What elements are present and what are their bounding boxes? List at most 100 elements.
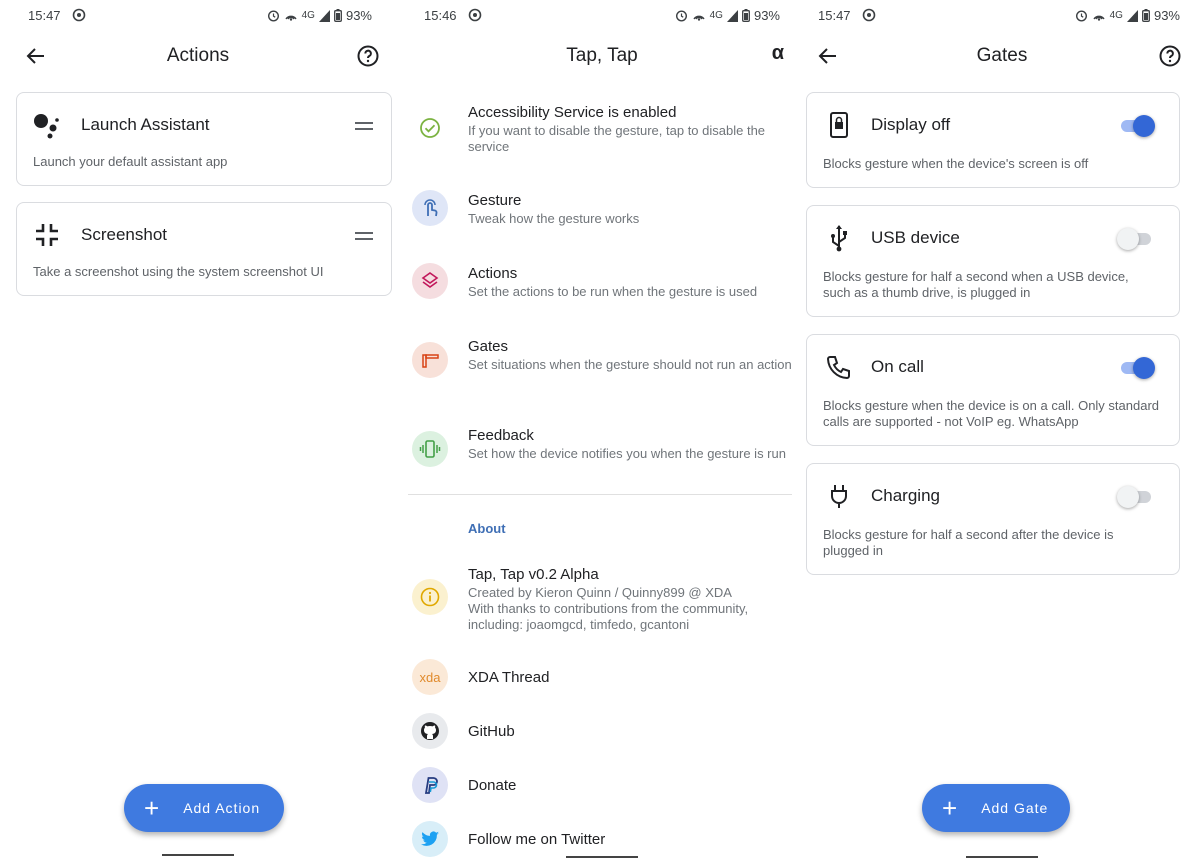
item-title: Feedback — [468, 427, 534, 444]
page-title: Gates — [976, 45, 1028, 66]
usb-device-toggle[interactable] — [1117, 226, 1155, 250]
alarm-icon — [1075, 10, 1087, 22]
item-subtitle: Set situations when the gesture should n… — [468, 357, 792, 372]
app-bar: Gates — [804, 38, 1200, 76]
network-type: 4G — [1109, 10, 1123, 21]
data-saver-icon — [862, 8, 876, 22]
help-icon[interactable] — [1158, 44, 1182, 68]
main-screen: 15:46 4G 93% Tap, Tap α Accessibility Se… — [404, 0, 800, 864]
network-type: 4G — [709, 10, 723, 21]
item-title: GitHub — [468, 723, 515, 740]
gate-title: Display off — [871, 115, 951, 134]
battery-icon — [334, 9, 342, 22]
item-subtitle: Set how the device notifies you when the… — [468, 446, 786, 461]
check-circle-icon — [412, 110, 448, 146]
action-card-screenshot[interactable]: Screenshot Take a screenshot using the s… — [16, 202, 392, 296]
list-item-feedback[interactable]: Feedback Set how the device notifies you… — [404, 425, 800, 485]
item-title: Tap, Tap v0.2 Alpha — [468, 566, 599, 583]
gate-description: Blocks gesture for half a second when a … — [823, 269, 1129, 300]
item-title: Donate — [468, 777, 517, 794]
list-item-about[interactable]: Tap, Tap v0.2 Alpha Created by Kieron Qu… — [404, 565, 800, 637]
divider — [408, 494, 792, 495]
item-subtitle: If you want to disable the gesture, tap … — [468, 123, 766, 154]
item-title: Follow me on Twitter — [468, 831, 606, 848]
data-saver-icon — [468, 8, 482, 22]
alarm-icon — [267, 10, 279, 22]
xda-icon: xda — [412, 659, 448, 695]
status-bar: 15:47 4G 93% — [804, 6, 1200, 26]
list-item-actions[interactable]: Actions Set the actions to be run when t… — [404, 263, 800, 313]
list-item-gates[interactable]: Gates Set situations when the gesture sh… — [404, 336, 800, 396]
gate-card-charging[interactable]: Charging Blocks gesture for half a secon… — [806, 463, 1180, 575]
layers-icon — [412, 263, 448, 299]
charging-toggle[interactable] — [1117, 484, 1155, 508]
info-icon — [412, 579, 448, 615]
list-item-github[interactable]: GitHub — [404, 713, 800, 751]
alpha-badge[interactable]: α — [772, 42, 784, 65]
power-plug-icon — [831, 485, 847, 508]
list-item-gesture[interactable]: Gesture Tweak how the gesture works — [404, 190, 800, 240]
status-time: 15:47 — [28, 8, 61, 23]
battery-percent: 93% — [345, 8, 372, 23]
signal-icon — [318, 9, 330, 22]
gate-title: Charging — [871, 486, 940, 505]
drag-handle-icon[interactable] — [355, 231, 373, 241]
status-icons: 4G 93% — [267, 8, 372, 23]
status-bar: 15:46 4G 93% — [404, 6, 800, 26]
nav-handle[interactable] — [162, 854, 234, 856]
paypal-icon — [412, 767, 448, 803]
drag-handle-icon[interactable] — [355, 121, 373, 131]
battery-percent: 93% — [1153, 8, 1180, 23]
phone-icon — [826, 356, 850, 380]
github-icon — [412, 713, 448, 749]
display-off-toggle[interactable] — [1119, 113, 1155, 137]
fab-label: Add Action — [183, 800, 261, 816]
nav-handle[interactable] — [966, 856, 1038, 858]
item-title: Actions — [468, 265, 518, 282]
page-title: Actions — [166, 45, 230, 66]
gate-title: On call — [871, 357, 924, 376]
battery-percent: 93% — [753, 8, 780, 23]
status-time: 15:46 — [424, 8, 457, 23]
fab-label: Add Gate — [981, 800, 1049, 816]
action-description: Take a screenshot using the system scree… — [33, 264, 324, 279]
gate-description: Blocks gesture when the device is on a c… — [823, 398, 1160, 429]
add-gate-button[interactable]: + Add Gate — [922, 784, 1070, 832]
usb-icon — [831, 225, 847, 252]
network-type: 4G — [301, 10, 315, 21]
status-time: 15:47 — [818, 8, 851, 23]
touch-icon — [412, 190, 448, 226]
hotspot-icon — [285, 15, 297, 21]
item-title: XDA Thread — [468, 669, 550, 686]
item-title: Gesture — [468, 192, 522, 209]
add-action-button[interactable]: + Add Action — [124, 784, 284, 832]
gate-title: USB device — [871, 228, 960, 247]
list-item-accessibility[interactable]: Accessibility Service is enabled If you … — [404, 102, 800, 162]
on-call-toggle[interactable] — [1119, 355, 1155, 379]
battery-icon — [1142, 9, 1150, 22]
action-card-launch-assistant[interactable]: Launch Assistant Launch your default ass… — [16, 92, 392, 186]
list-item-twitter[interactable]: Follow me on Twitter — [404, 821, 800, 859]
status-bar: 15:47 4G 93% — [0, 6, 396, 26]
action-description: Launch your default assistant app — [33, 154, 228, 169]
vibration-icon — [412, 431, 448, 467]
gate-card-usb-device[interactable]: USB device Blocks gesture for half a sec… — [806, 205, 1180, 317]
status-icons: 4G 93% — [675, 8, 780, 23]
plus-icon: + — [942, 793, 958, 823]
list-item-xda-thread[interactable]: xda XDA Thread — [404, 659, 800, 697]
nav-handle[interactable] — [566, 856, 638, 858]
gate-description: Blocks gesture when the device's screen … — [823, 156, 1089, 171]
gate-card-display-off[interactable]: Display off Blocks gesture when the devi… — [806, 92, 1180, 188]
action-title: Screenshot — [81, 225, 167, 244]
data-saver-icon — [72, 8, 86, 22]
gate-card-on-call[interactable]: On call Blocks gesture when the device i… — [806, 334, 1180, 446]
plus-icon: + — [144, 793, 160, 823]
help-icon[interactable] — [356, 44, 380, 68]
hotspot-icon — [693, 15, 705, 21]
list-item-donate[interactable]: Donate — [404, 767, 800, 805]
action-title: Launch Assistant — [81, 115, 210, 134]
actions-screen: 15:47 4G 93% Actions Launch Assistant La… — [0, 0, 396, 864]
item-subtitle: Set the actions to be run when the gestu… — [468, 284, 758, 299]
item-subtitle: Created by Kieron Quinn / Quinny899 @ XD… — [468, 585, 749, 632]
alarm-icon — [675, 10, 687, 22]
